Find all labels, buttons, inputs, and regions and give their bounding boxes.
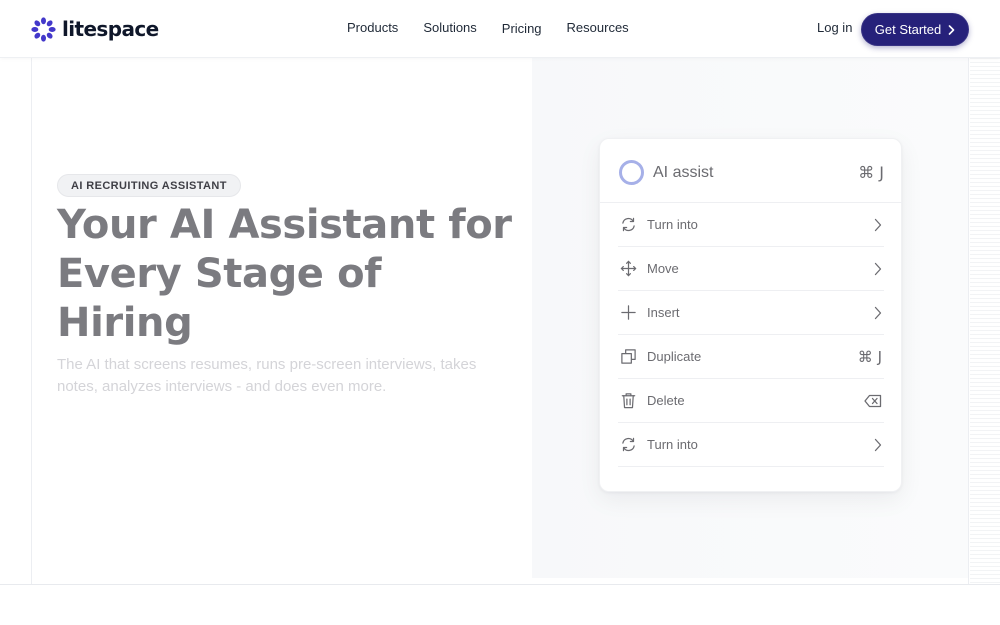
ai-assist-title: AI assist	[653, 164, 714, 181]
menu-item-duplicate[interactable]: Duplicate ⌘ J	[618, 335, 884, 379]
duplicate-icon	[619, 348, 637, 366]
nav-item-solutions[interactable]: Solutions	[423, 20, 476, 38]
refresh-icon	[619, 436, 637, 454]
ai-ring-icon	[619, 160, 644, 185]
ai-assist-menu: AI assist ⌘ J Turn into Move Insert Dupl…	[599, 138, 903, 492]
nav-item-resources[interactable]: Resources	[567, 20, 629, 38]
chevron-right-icon	[874, 203, 882, 247]
refresh-icon	[619, 216, 637, 234]
nav-item-pricing[interactable]: Pricing	[502, 21, 542, 39]
menu-item-label: Delete	[647, 393, 685, 408]
trash-icon	[619, 392, 637, 410]
plus-icon	[619, 304, 637, 322]
menu-items: Turn into Move Insert Duplicate ⌘ J Dele…	[618, 203, 884, 467]
chevron-right-icon	[874, 423, 882, 467]
hero-title: Your AI Assistant for Every Stage of Hir…	[57, 202, 512, 346]
get-started-label: Get Started	[874, 22, 942, 37]
chevron-right-icon	[874, 291, 882, 335]
get-started-button[interactable]: Get Started	[861, 13, 969, 46]
menu-item-label: Move	[647, 261, 679, 276]
backspace-icon	[864, 379, 882, 423]
login-link[interactable]: Log in	[817, 20, 852, 36]
duplicate-shortcut: ⌘ J	[857, 348, 882, 366]
menu-item-delete[interactable]: Delete	[618, 379, 884, 423]
menu-item-label: Turn into	[647, 217, 698, 232]
menu-item-turn-into[interactable]: Turn into	[618, 203, 884, 247]
flower-logo-icon	[31, 16, 56, 42]
ai-assist-header[interactable]: AI assist ⌘ J	[600, 139, 903, 203]
ai-assist-shortcut: ⌘ J	[858, 163, 884, 182]
chevron-right-icon	[874, 247, 882, 291]
hero-badge: AI RECRUITING ASSISTANT	[57, 174, 241, 197]
menu-item-label: Turn into	[647, 437, 698, 452]
menu-item-insert[interactable]: Insert	[618, 291, 884, 335]
menu-item-turn-into-2[interactable]: Turn into	[618, 423, 884, 467]
chevron-right-icon	[948, 24, 955, 35]
section-divider	[0, 584, 1000, 585]
hero-subtitle: The AI that screens resumes, runs pre-sc…	[57, 356, 477, 395]
menu-item-label: Duplicate	[647, 349, 702, 364]
brand-logo[interactable]: litespace	[31, 16, 159, 42]
menu-item-label: Insert	[647, 305, 680, 320]
brand-name: litespace	[62, 17, 159, 41]
menu-item-move[interactable]: Move	[618, 247, 884, 291]
decorative-stripes	[970, 58, 1000, 584]
nav-item-products[interactable]: Products	[347, 20, 398, 38]
move-icon	[619, 260, 637, 278]
site-header: litespace Products Solutions Pricing Res…	[0, 0, 1000, 58]
main-nav: Products Solutions Pricing Resources	[347, 20, 654, 38]
